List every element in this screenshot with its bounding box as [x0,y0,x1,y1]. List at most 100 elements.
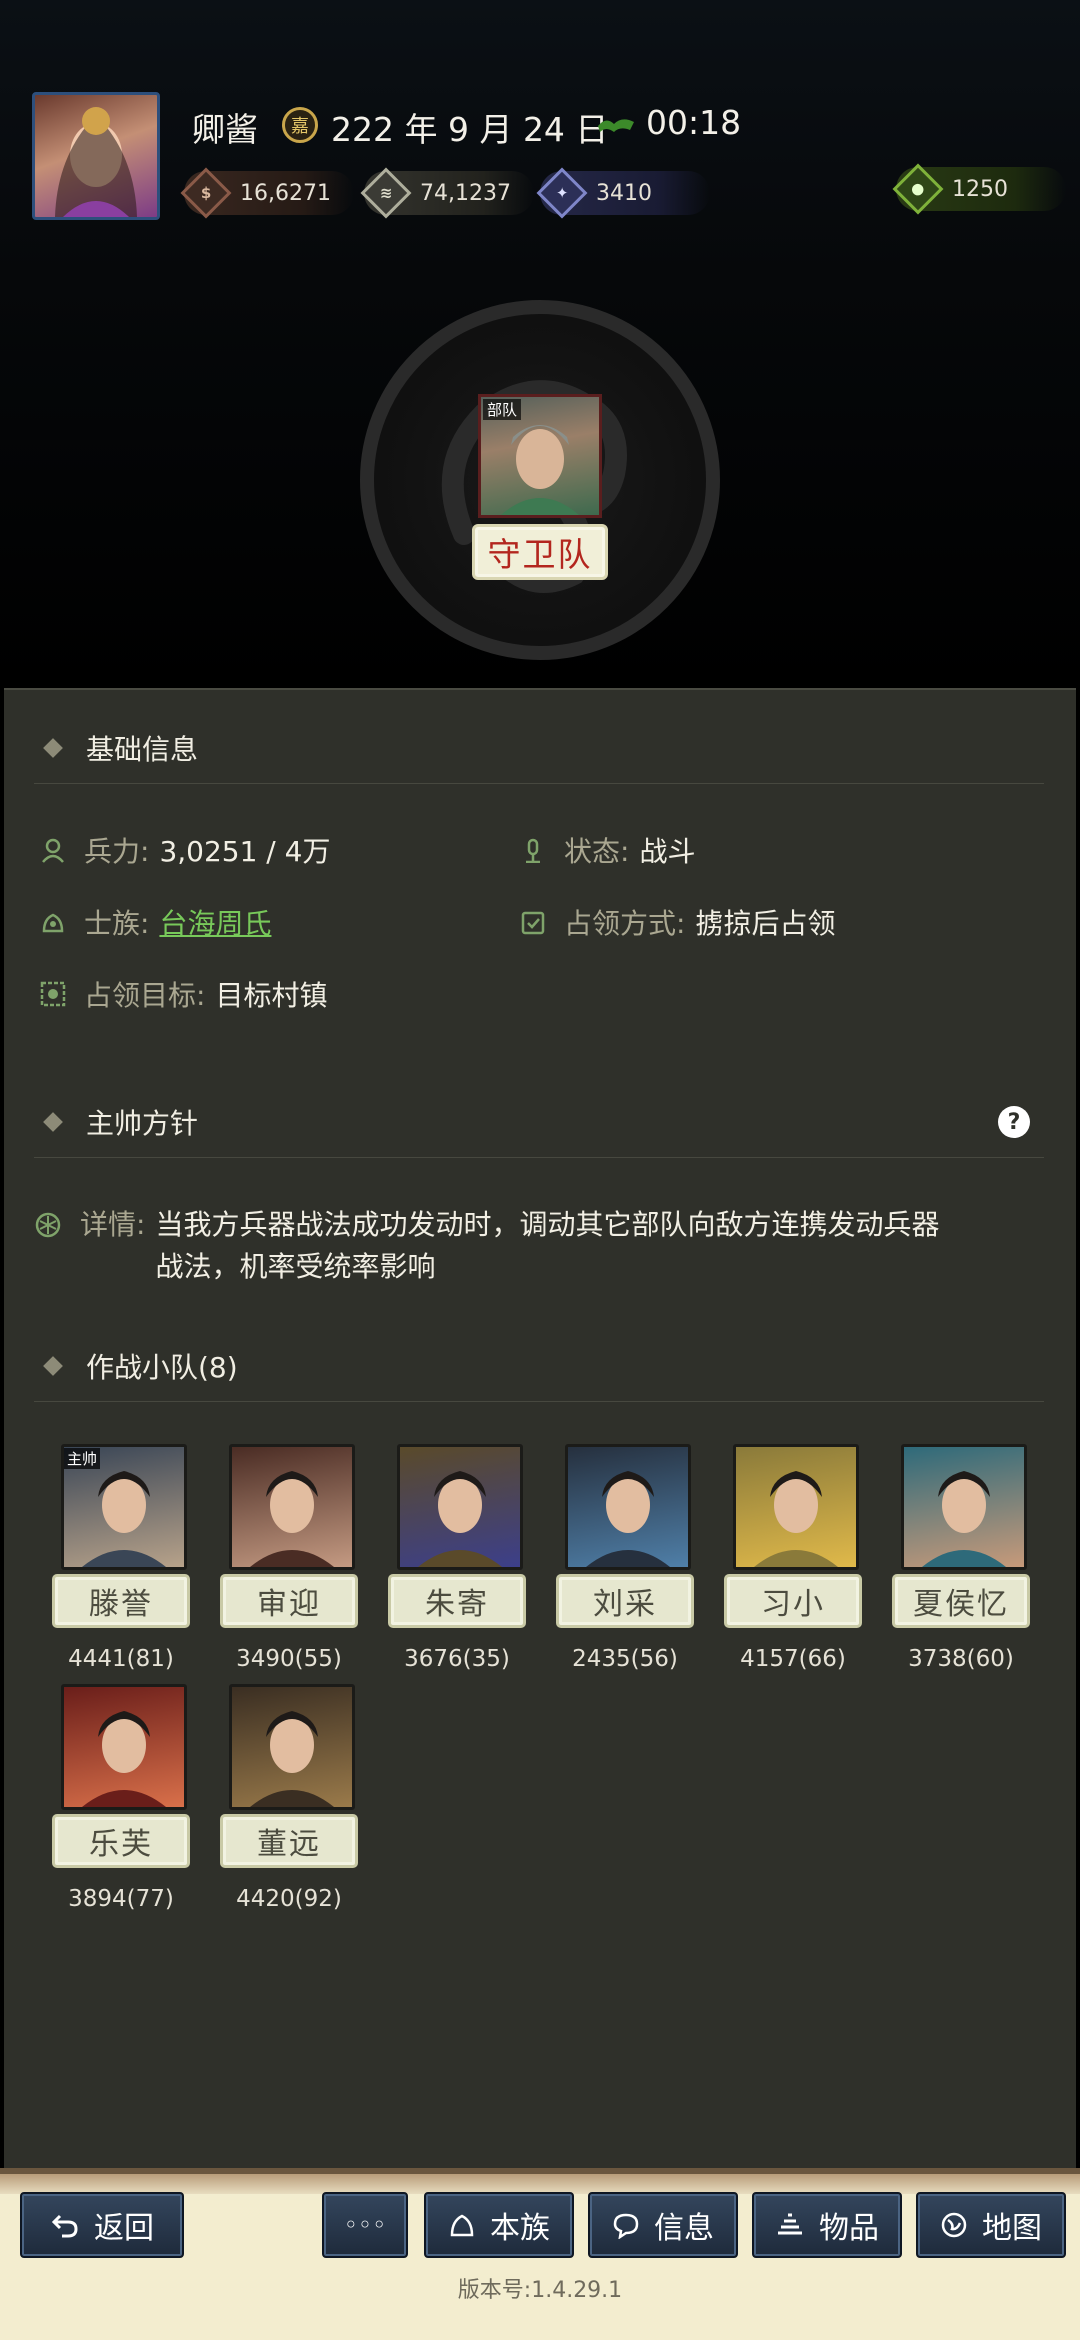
items-icon [778,2213,802,2235]
checklist-icon [518,907,548,937]
member-name: 习小 [724,1574,862,1628]
more-button[interactable]: ◦◦◦ [322,2192,408,2258]
member-portrait [733,1444,859,1570]
weather-icon [596,112,636,140]
items-button[interactable]: 物品 [752,2192,902,2258]
member-stats: 3676(35) [404,1646,510,1672]
basic-info-title: 基础信息 [86,732,199,766]
squad-member[interactable]: 主帅 滕誉 4441(81) [52,1444,198,1672]
player-name: 卿酱 [192,110,258,149]
troops-info: 兵力: 3,0251 / 4万 [38,830,330,870]
troop-portrait[interactable]: 部队 [478,394,602,518]
member-portrait [229,1684,355,1810]
troops-label: 兵力: [84,835,150,868]
member-stats: 2435(56) [572,1646,678,1672]
grain-value: 74,1237 [420,180,511,206]
chat-bubble-icon [613,2213,639,2239]
map-button[interactable]: 地图 [916,2192,1066,2258]
member-name: 朱寄 [388,1574,526,1628]
squad-header: 作战小队(8) [34,1330,1044,1402]
jade-value: 1250 [952,176,1008,202]
back-arrow-icon [51,2214,78,2238]
squad-title: 作战小队(8) [86,1350,238,1384]
target-icon [38,979,68,1009]
squad-member[interactable]: 董远 4420(92) [220,1684,366,1912]
diamond-bullet-icon [43,1111,63,1132]
globe-icon [941,2212,967,2238]
squad-member[interactable]: 朱寄 3676(35) [388,1444,534,1672]
jade-resource[interactable]: ● 1250 [892,163,1066,215]
detail-label: 详情: [80,1208,146,1241]
member-portrait [565,1444,691,1570]
grain-resource[interactable]: ≋ 74,1237 [360,167,534,219]
squad-member[interactable]: 夏侯忆 3738(60) [892,1444,1038,1672]
member-stats: 3894(77) [68,1886,174,1912]
manpower-resource[interactable]: ✦ 3410 [536,167,710,219]
diamond-bullet-icon [43,1355,63,1376]
calendar-icon: 嘉 [282,107,318,143]
member-name: 滕誉 [52,1574,190,1628]
squad-member[interactable]: 习小 4157(66) [724,1444,870,1672]
troop-name: 守卫队 [472,524,608,580]
policy-title: 主帅方针 [86,1106,199,1140]
game-date: 222 年 9 月 24 日 [331,110,609,149]
member-stats: 4441(81) [68,1646,174,1672]
member-portrait [229,1444,355,1570]
back-button[interactable]: 返回 [20,2192,184,2258]
member-portrait [901,1444,1027,1570]
detail-line-2: 战法，机率受统率影响 [155,1250,436,1283]
occupy-mode-value: 掳掠后占领 [695,907,836,940]
squad-member[interactable]: 审迎 3490(55) [220,1444,366,1672]
member-name: 乐芙 [52,1814,190,1868]
clan-info: 士族: 台海周氏 [38,902,271,942]
target-value: 目标村镇 [215,979,328,1012]
squad-member[interactable]: 刘采 2435(56) [556,1444,702,1672]
basic-info-header: 基础信息 [34,712,1044,784]
member-stats: 4420(92) [236,1886,342,1912]
troops-value: 3,0251 / 4万 [159,835,331,868]
money-resource[interactable]: $ 16,6271 [180,167,354,219]
version-label: 版本号:1.4.29.1 [457,2278,623,2303]
member-stats: 3738(60) [908,1646,1014,1672]
status-label: 状态: [564,835,630,868]
player-avatar[interactable] [32,92,160,220]
clan-label: 本族 [490,2211,550,2246]
status-value: 战斗 [639,835,696,868]
member-stats: 4157(66) [740,1646,846,1672]
member-stats: 3490(55) [236,1646,342,1672]
game-time: 00:18 [646,103,742,142]
member-portrait [397,1444,523,1570]
target-label: 占领目标: [84,979,206,1012]
member-name: 董远 [220,1814,358,1868]
member-portrait [61,1684,187,1810]
back-label: 返回 [94,2211,154,2246]
bottom-bar-border [0,2174,1080,2194]
squad-member[interactable]: 乐芙 3894(77) [52,1684,198,1912]
clan-button[interactable]: 本族 [424,2192,574,2258]
detail-line-1: 当我方兵器战法成功发动时，调动其它部队向敌方连携发动兵器 [155,1208,940,1241]
member-name: 夏侯忆 [892,1574,1030,1628]
clan-label: 士族: [84,907,150,940]
detail-icon [34,1204,64,1246]
leader-tag: 主帅 [64,1448,101,1469]
member-name: 审迎 [220,1574,358,1628]
diamond-bullet-icon [43,737,63,758]
policy-detail: 详情: 当我方兵器战法成功发动时，调动其它部队向敌方连携发动兵器 战法，机率受统… [34,1204,1014,1288]
member-name: 刘采 [556,1574,694,1628]
manpower-value: 3410 [596,180,652,206]
more-icon: ◦◦◦ [343,2211,387,2239]
status-info: 状态: 战斗 [518,830,695,870]
status-icon [518,835,548,865]
help-icon[interactable]: ? [998,1106,1030,1138]
target-info: 占领目标: 目标村镇 [38,974,327,1014]
occupy-mode-label: 占领方式: [564,907,686,940]
info-button[interactable]: 信息 [588,2192,738,2258]
troop-tag: 部队 [483,399,522,420]
policy-header: 主帅方针 ? [34,1086,1044,1158]
map-label: 地图 [982,2211,1042,2246]
info-label: 信息 [654,2211,714,2246]
clan-icon [38,907,68,937]
clan-link[interactable]: 台海周氏 [159,902,271,942]
person-icon [38,835,68,865]
items-label: 物品 [819,2211,879,2246]
